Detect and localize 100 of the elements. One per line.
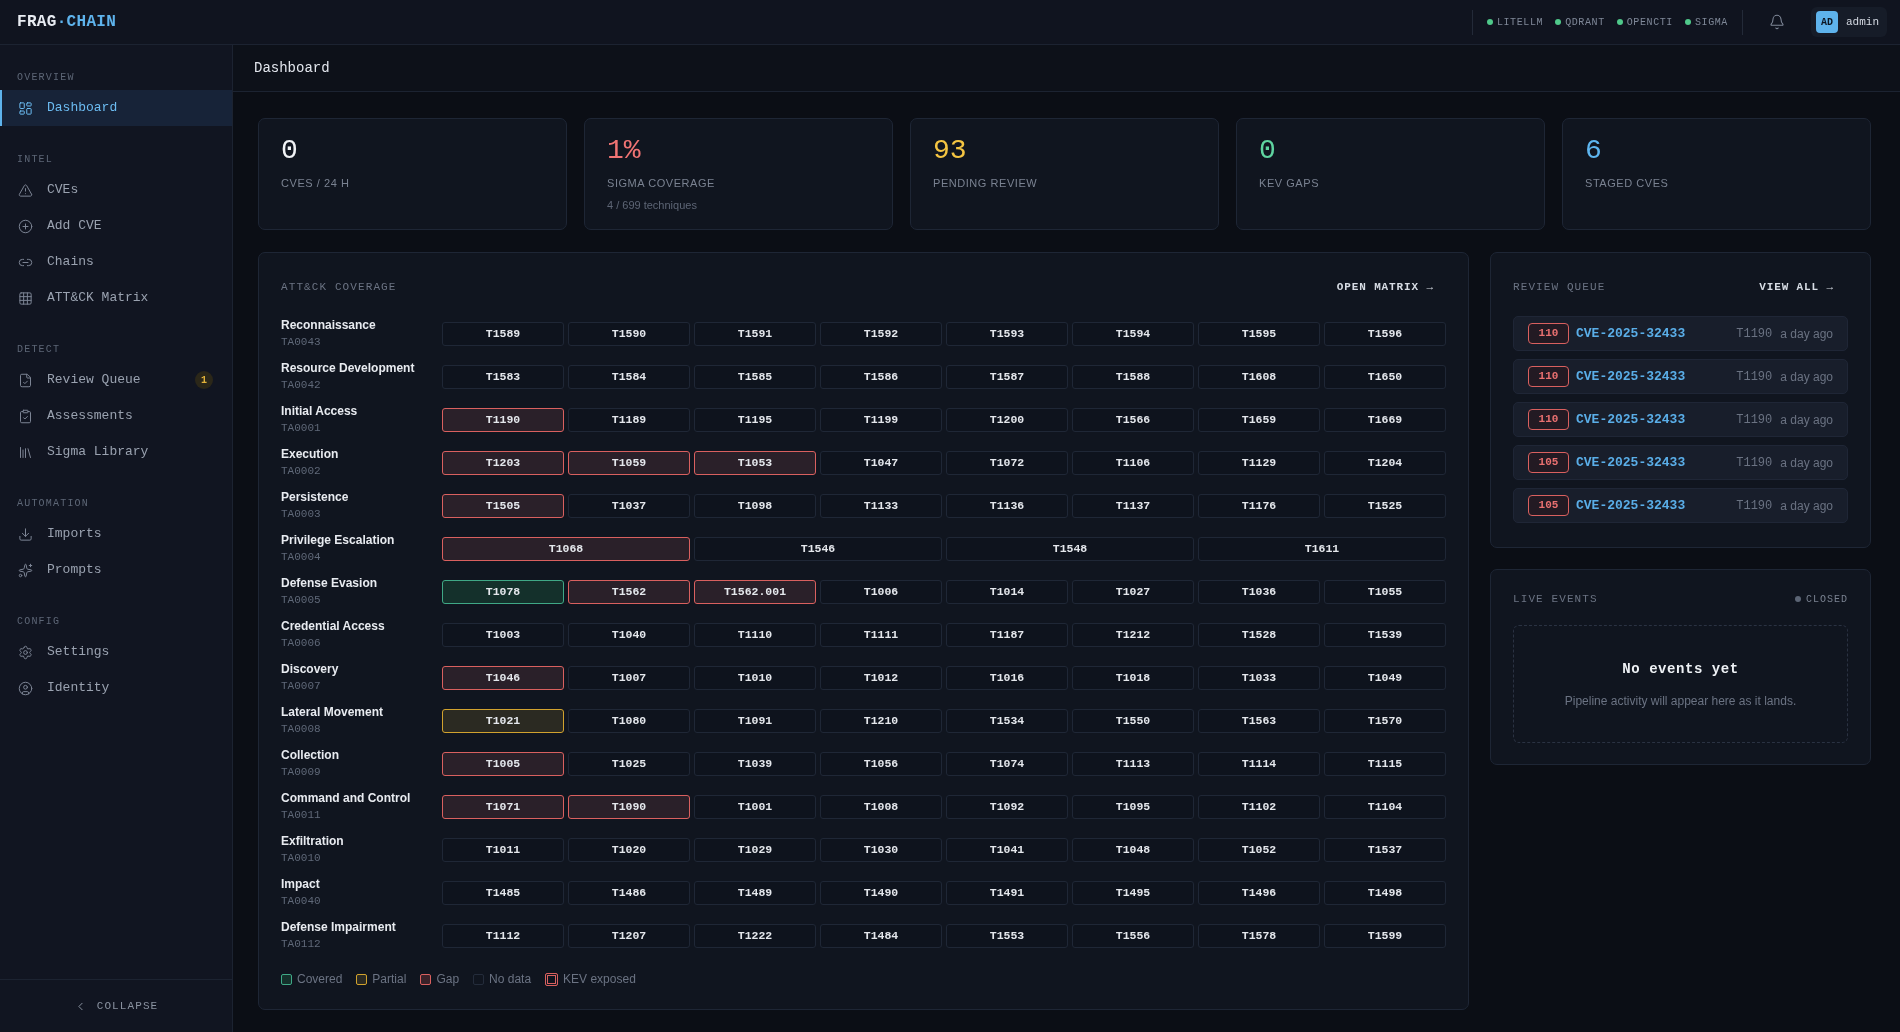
technique-button[interactable]: T1490 bbox=[820, 880, 942, 905]
technique-button[interactable]: T1041 bbox=[946, 837, 1068, 862]
technique-button[interactable]: T1222 bbox=[694, 923, 816, 948]
technique-button[interactable]: T1566 bbox=[1072, 407, 1194, 432]
technique-button[interactable]: T1593 bbox=[946, 321, 1068, 346]
user-menu[interactable]: AD admin bbox=[1811, 7, 1887, 37]
technique-button[interactable]: T1074 bbox=[946, 751, 1068, 776]
technique-button[interactable]: T1049 bbox=[1324, 665, 1446, 690]
technique-button[interactable]: T1187 bbox=[946, 622, 1068, 647]
technique-button[interactable]: T1592 bbox=[820, 321, 942, 346]
technique-button[interactable]: T1010 bbox=[694, 665, 816, 690]
technique-button[interactable]: T1562 bbox=[568, 579, 690, 604]
cve-link[interactable]: CVE-2025-32433 bbox=[1576, 323, 1686, 344]
technique-button[interactable]: T1039 bbox=[694, 751, 816, 776]
technique-button[interactable]: T1563 bbox=[1198, 708, 1320, 733]
technique-button[interactable]: T1007 bbox=[568, 665, 690, 690]
technique-button[interactable]: T1091 bbox=[694, 708, 816, 733]
technique-button[interactable]: T1200 bbox=[946, 407, 1068, 432]
technique-button[interactable]: T1133 bbox=[820, 493, 942, 518]
technique-button[interactable]: T1006 bbox=[820, 579, 942, 604]
technique-button[interactable]: T1495 bbox=[1072, 880, 1194, 905]
technique-button[interactable]: T1584 bbox=[568, 364, 690, 389]
technique-button[interactable]: T1596 bbox=[1324, 321, 1446, 346]
technique-button[interactable]: T1114 bbox=[1198, 751, 1320, 776]
nav-item[interactable]: Review Queue 1 bbox=[0, 362, 232, 398]
technique-button[interactable]: T1562.001 bbox=[694, 579, 816, 604]
technique-button[interactable]: T1046 bbox=[442, 665, 564, 690]
technique-button[interactable]: T1016 bbox=[946, 665, 1068, 690]
technique-button[interactable]: T1012 bbox=[820, 665, 942, 690]
technique-button[interactable]: T1548 bbox=[946, 536, 1194, 561]
technique-button[interactable]: T1484 bbox=[820, 923, 942, 948]
technique-button[interactable]: T1072 bbox=[946, 450, 1068, 475]
view-all-link[interactable]: VIEW ALL → bbox=[1745, 278, 1848, 296]
technique-button[interactable]: T1650 bbox=[1324, 364, 1446, 389]
technique-button[interactable]: T1486 bbox=[568, 880, 690, 905]
technique-button[interactable]: T1590 bbox=[568, 321, 690, 346]
technique-button[interactable]: T1537 bbox=[1324, 837, 1446, 862]
technique-button[interactable]: T1095 bbox=[1072, 794, 1194, 819]
open-matrix-link[interactable]: OPEN MATRIX → bbox=[1324, 278, 1446, 296]
nav-item[interactable]: Assessments bbox=[0, 398, 232, 434]
queue-row[interactable]: 105 CVE-2025-32433 T1190 a day ago bbox=[1513, 445, 1848, 480]
technique-button[interactable]: T1599 bbox=[1324, 923, 1446, 948]
nav-item[interactable]: Dashboard bbox=[0, 90, 232, 126]
technique-button[interactable]: T1136 bbox=[946, 493, 1068, 518]
technique-button[interactable]: T1534 bbox=[946, 708, 1068, 733]
nav-item[interactable]: Settings bbox=[0, 634, 232, 670]
technique-button[interactable]: T1207 bbox=[568, 923, 690, 948]
technique-button[interactable]: T1098 bbox=[694, 493, 816, 518]
technique-button[interactable]: T1585 bbox=[694, 364, 816, 389]
nav-item[interactable]: ATT&CK Matrix bbox=[0, 280, 232, 316]
nav-item[interactable]: Add CVE bbox=[0, 208, 232, 244]
technique-button[interactable]: T1137 bbox=[1072, 493, 1194, 518]
technique-button[interactable]: T1546 bbox=[694, 536, 942, 561]
technique-button[interactable]: T1052 bbox=[1198, 837, 1320, 862]
technique-button[interactable]: T1589 bbox=[442, 321, 564, 346]
technique-button[interactable]: T1090 bbox=[568, 794, 690, 819]
nav-item[interactable]: Prompts bbox=[0, 552, 232, 588]
technique-button[interactable]: T1550 bbox=[1072, 708, 1194, 733]
technique-button[interactable]: T1210 bbox=[820, 708, 942, 733]
technique-button[interactable]: T1489 bbox=[694, 880, 816, 905]
technique-button[interactable]: T1029 bbox=[694, 837, 816, 862]
technique-button[interactable]: T1595 bbox=[1198, 321, 1320, 346]
technique-button[interactable]: T1115 bbox=[1324, 751, 1446, 776]
technique-button[interactable]: T1204 bbox=[1324, 450, 1446, 475]
technique-button[interactable]: T1496 bbox=[1198, 880, 1320, 905]
cve-link[interactable]: CVE-2025-32433 bbox=[1576, 495, 1686, 516]
technique-button[interactable]: T1001 bbox=[694, 794, 816, 819]
technique-button[interactable]: T1659 bbox=[1198, 407, 1320, 432]
technique-button[interactable]: T1059 bbox=[568, 450, 690, 475]
cve-link[interactable]: CVE-2025-32433 bbox=[1576, 366, 1686, 387]
technique-button[interactable]: T1129 bbox=[1198, 450, 1320, 475]
technique-button[interactable]: T1037 bbox=[568, 493, 690, 518]
technique-button[interactable]: T1556 bbox=[1072, 923, 1194, 948]
technique-button[interactable]: T1539 bbox=[1324, 622, 1446, 647]
technique-button[interactable]: T1080 bbox=[568, 708, 690, 733]
nav-item[interactable]: CVEs bbox=[0, 172, 232, 208]
technique-button[interactable]: T1078 bbox=[442, 579, 564, 604]
technique-button[interactable]: T1030 bbox=[820, 837, 942, 862]
technique-button[interactable]: T1553 bbox=[946, 923, 1068, 948]
technique-button[interactable]: T1586 bbox=[820, 364, 942, 389]
technique-button[interactable]: T1528 bbox=[1198, 622, 1320, 647]
queue-row[interactable]: 105 CVE-2025-32433 T1190 a day ago bbox=[1513, 488, 1848, 523]
technique-button[interactable]: T1611 bbox=[1198, 536, 1446, 561]
technique-button[interactable]: T1003 bbox=[442, 622, 564, 647]
technique-button[interactable]: T1092 bbox=[946, 794, 1068, 819]
queue-row[interactable]: 110 CVE-2025-32433 T1190 a day ago bbox=[1513, 359, 1848, 394]
technique-button[interactable]: T1485 bbox=[442, 880, 564, 905]
technique-button[interactable]: T1036 bbox=[1198, 579, 1320, 604]
queue-row[interactable]: 110 CVE-2025-32433 T1190 a day ago bbox=[1513, 316, 1848, 351]
technique-button[interactable]: T1027 bbox=[1072, 579, 1194, 604]
technique-button[interactable]: T1570 bbox=[1324, 708, 1446, 733]
technique-button[interactable]: T1110 bbox=[694, 622, 816, 647]
technique-button[interactable]: T1005 bbox=[442, 751, 564, 776]
technique-button[interactable]: T1025 bbox=[568, 751, 690, 776]
nav-item[interactable]: Imports bbox=[0, 516, 232, 552]
technique-button[interactable]: T1068 bbox=[442, 536, 690, 561]
technique-button[interactable]: T1594 bbox=[1072, 321, 1194, 346]
technique-button[interactable]: T1106 bbox=[1072, 450, 1194, 475]
technique-button[interactable]: T1525 bbox=[1324, 493, 1446, 518]
nav-item[interactable]: Identity bbox=[0, 670, 232, 706]
